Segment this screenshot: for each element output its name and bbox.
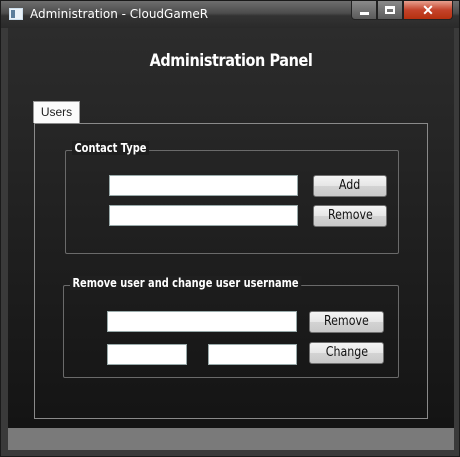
contact-type-input-2[interactable] <box>109 205 298 226</box>
title-bar[interactable]: Administration - CloudGameR ✕ <box>1 1 459 28</box>
remove-user-label: Remove <box>324 314 369 329</box>
new-username-input[interactable] <box>208 344 297 365</box>
close-button[interactable]: ✕ <box>403 1 453 20</box>
maximize-icon <box>385 6 395 14</box>
old-username-input[interactable] <box>107 344 187 365</box>
app-window: Administration - CloudGameR ✕ Administra… <box>0 0 460 457</box>
contact-type-input-1[interactable] <box>109 175 298 196</box>
app-window-icon[interactable] <box>9 8 23 20</box>
tab-users[interactable]: Users <box>33 101 80 123</box>
maximize-button[interactable] <box>377 1 403 20</box>
status-bar <box>8 428 454 450</box>
panel-title: Administration Panel <box>149 51 313 71</box>
remove-user-button[interactable]: Remove <box>309 311 384 333</box>
add-button[interactable]: Add <box>313 175 387 197</box>
remove-user-group: Remove user and change user username Rem… <box>63 276 399 378</box>
remove-user-legend: Remove user and change user username <box>70 276 302 290</box>
tab-content-users: Contact Type Add Remove Remove user and … <box>34 123 428 419</box>
close-icon: ✕ <box>422 2 434 18</box>
client-area: Administration Panel Users Contact Type … <box>8 28 454 428</box>
change-username-label: Change <box>325 345 368 360</box>
change-username-button[interactable]: Change <box>309 342 384 364</box>
contact-type-group: Contact Type Add Remove <box>65 141 399 254</box>
remove-contact-type-button[interactable]: Remove <box>313 205 387 227</box>
remove-contact-type-label: Remove <box>327 208 373 223</box>
contact-type-legend: Contact Type <box>72 141 149 155</box>
remove-username-input[interactable] <box>107 311 297 332</box>
add-button-label: Add <box>339 178 361 193</box>
minimize-button[interactable] <box>351 1 377 20</box>
window-title: Administration - CloudGameR <box>30 7 209 21</box>
minimize-icon <box>360 12 369 15</box>
